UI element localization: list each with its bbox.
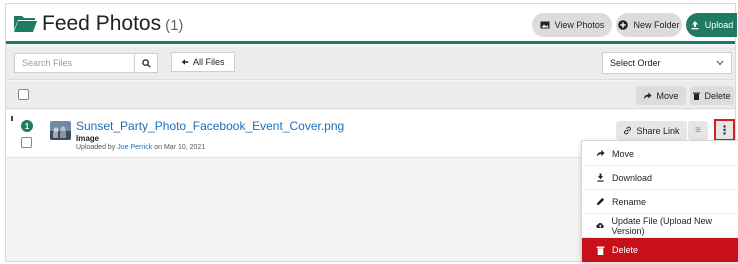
plus-circle-icon [618,20,629,30]
link-icon [624,126,632,135]
bulk-actions-bar: Move Delete [6,81,735,109]
page-title: Feed Photos (1) [42,12,183,36]
menu-item-download[interactable]: Download [582,166,738,190]
file-manager-panel: Feed Photos (1) View Photos New Folder Up… [5,3,738,262]
menu-item-label: Download [612,172,653,183]
menu-item-delete[interactable]: Delete [582,238,738,262]
search-button[interactable] [134,53,158,73]
arrow-right-icon [596,149,605,157]
more-options-button[interactable]: ⋮ [714,119,735,141]
arrow-left-icon [181,59,189,65]
arrow-right-icon [644,91,652,99]
bulk-delete-button[interactable]: Delete [690,86,734,105]
menu-item-label: Update File (Upload New Version) [611,215,713,236]
menu-item-label: Rename [612,196,647,207]
all-files-label: All Files [193,57,225,67]
file-type: Image [76,134,100,143]
cloud-upload-icon [596,223,604,229]
trash-icon [596,246,605,255]
pencil-icon [596,197,605,206]
share-link-button[interactable]: Share Link [616,121,687,140]
page-title-text: Feed Photos [42,12,162,35]
search-icon [141,58,151,68]
upload-icon [691,21,699,30]
share-link-label: Share Link [636,125,680,136]
file-count: (1) [165,17,184,34]
order-select-value: Select Order [610,58,661,68]
search-input[interactable] [14,53,134,73]
header-bar: Feed Photos (1) View Photos New Folder Up… [6,4,737,44]
photo-thumbnail-icon [50,121,71,140]
kebab-menu-icon: ⋮ [718,123,731,137]
details-button[interactable]: ≡ [688,121,708,140]
drag-handle[interactable] [11,116,13,121]
uploaded-prefix: Uploaded by [76,144,116,151]
upload-button[interactable]: Upload [686,13,737,37]
list-icon: ≡ [695,125,701,136]
row-index-badge: 1 [21,120,33,132]
uploaded-date: on Mar 10, 2021 [154,144,206,151]
file-thumbnail [50,121,71,140]
row-checkbox[interactable] [21,137,32,148]
trash-icon [693,92,701,100]
menu-item-label: Delete [612,245,639,255]
bulk-move-button[interactable]: Move [636,86,686,105]
select-all-checkbox[interactable] [18,89,29,100]
new-folder-button[interactable]: New Folder [616,13,682,37]
order-select[interactable]: Select Order [602,52,732,74]
all-files-button[interactable]: All Files [171,52,235,72]
image-icon [540,21,550,29]
file-options-menu: Move Download Rename Update File (Upload… [581,140,738,262]
menu-item-rename[interactable]: Rename [582,190,738,214]
menu-item-move[interactable]: Move [582,142,738,166]
file-name-link[interactable]: Sunset_Party_Photo_Facebook_Event_Cover.… [76,119,344,133]
bulk-delete-label: Delete [704,90,731,101]
menu-item-update-file[interactable]: Update File (Upload New Version) [582,214,738,238]
folder-open-icon [14,16,37,32]
toolbar: All Files Select Order [6,47,735,80]
view-photos-button[interactable]: View Photos [532,13,612,37]
menu-item-label: Move [612,148,635,159]
new-folder-label: New Folder [633,20,680,30]
upload-label: Upload [704,20,734,30]
file-upload-meta: Uploaded by Joe Perrick on Mar 10, 2021 [76,144,205,151]
view-photos-label: View Photos [554,20,605,30]
download-icon [597,173,604,182]
chevron-down-icon [716,60,724,66]
bulk-move-label: Move [656,90,679,101]
uploader-link[interactable]: Joe Perrick [117,144,152,151]
